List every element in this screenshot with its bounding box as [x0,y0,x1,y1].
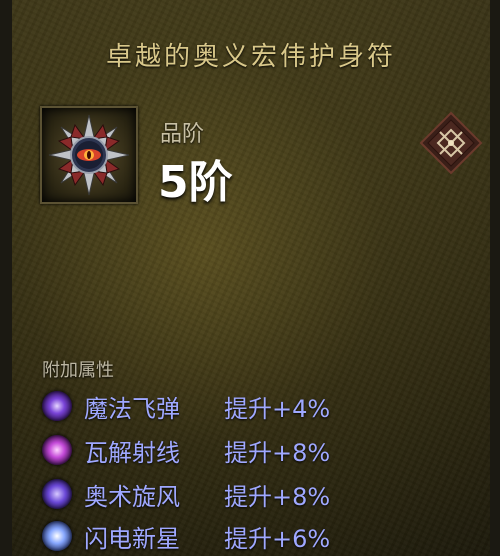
affix-row: 魔法飞弹 提升+4% [42,388,330,424]
affix-row: 瓦解射线 提升+8% [42,432,330,468]
affix-bonus: 提升+8% [224,482,331,511]
frost-nova-icon [42,521,72,551]
affix-skill-name: 瓦解射线 [84,438,180,467]
affix-bonus: 提升+6% [224,524,331,553]
affix-bonus: 提升+8% [224,438,331,467]
item-tooltip-panel: 卓越的奥义宏伟护身符 品阶 5阶 附加属性 魔法飞弹 提升+4% 瓦解射线 提升… [0,0,500,556]
amulet-icon [48,114,130,196]
affix-bonus: 提升+4% [224,394,331,423]
tier-label: 品阶 [160,122,205,147]
affix-row: 奥术旋风 提升+8% [42,476,330,512]
tier-value: 5阶 [158,157,233,208]
amulet-slot-icon [419,111,483,175]
item-icon-frame [40,106,138,204]
affix-row: 闪电新星 提升+6% [42,518,330,554]
arcane-torrent-icon [42,479,72,509]
affix-skill-name: 闪电新星 [84,524,180,553]
disintegrate-icon [42,435,72,465]
item-name: 卓越的奥义宏伟护身符 [105,42,396,72]
affix-skill-name: 奥术旋风 [84,482,180,511]
magic-missile-icon [42,391,72,421]
affix-header: 附加属性 [42,360,114,381]
affix-skill-name: 魔法飞弹 [84,394,180,423]
